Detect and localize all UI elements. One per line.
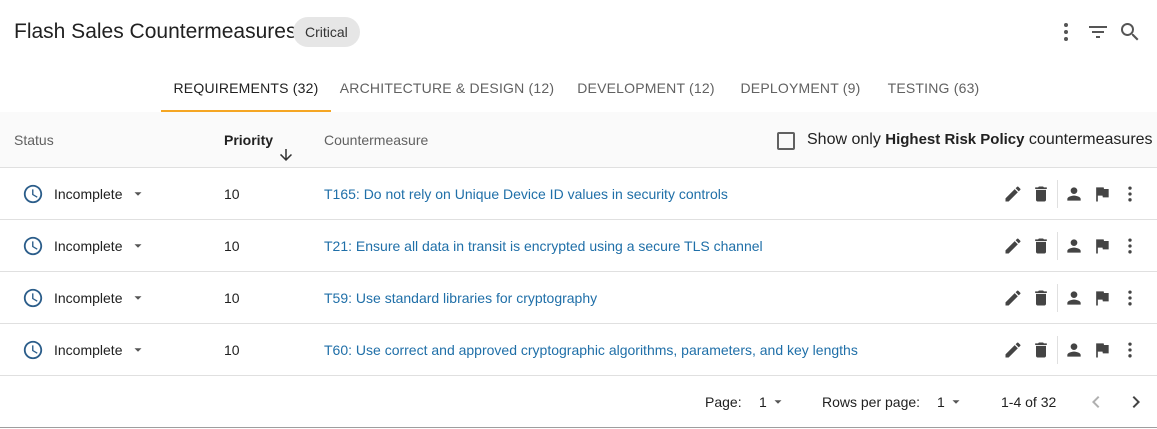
delete-icon[interactable] (1031, 184, 1051, 204)
assign-user-icon[interactable] (1064, 236, 1084, 256)
pagination: Page: 1 Rows per page: 1 1-4 of 32 (0, 376, 1157, 428)
flag-icon[interactable] (1092, 184, 1112, 204)
tab-development[interactable]: DEVELOPMENT (12) (570, 64, 722, 112)
caret-down-icon[interactable] (131, 291, 145, 305)
delete-icon[interactable] (1031, 236, 1051, 256)
highest-risk-label[interactable]: Show only Highest Risk Policy countermea… (807, 112, 1153, 168)
caret-down-icon[interactable] (771, 395, 785, 409)
priority-value: 10 (224, 238, 240, 254)
tab-testing[interactable]: TESTING (63) (880, 64, 987, 112)
flag-icon[interactable] (1092, 288, 1112, 308)
clock-icon (22, 287, 44, 309)
edit-icon[interactable] (1003, 340, 1023, 360)
highest-risk-label-prefix: Show only (807, 131, 886, 148)
chevron-right-icon[interactable] (1124, 390, 1148, 414)
assign-user-icon[interactable] (1064, 340, 1084, 360)
tab-architecture-design[interactable]: ARCHITECTURE & DESIGN (12) (336, 64, 558, 112)
caret-down-icon[interactable] (949, 395, 963, 409)
priority-value: 10 (224, 186, 240, 202)
column-header-priority[interactable]: Priority (224, 112, 295, 168)
page-header: Flash Sales Countermeasures Critical (0, 0, 1157, 64)
page-range: 1-4 of 32 (1001, 394, 1057, 410)
table-header: Status Priority Countermeasure Show only… (0, 112, 1157, 168)
more-vertical-icon[interactable] (1120, 236, 1140, 256)
rows-per-page-select[interactable]: 1 (937, 376, 945, 428)
caret-down-icon[interactable] (131, 343, 145, 357)
flag-icon[interactable] (1092, 236, 1112, 256)
table-row: Incomplete 10 T60: Use correct and appro… (0, 324, 1157, 376)
countermeasure-link[interactable]: T59: Use standard libraries for cryptogr… (324, 272, 597, 324)
filter-icon[interactable] (1086, 20, 1110, 44)
page-label: Page: (705, 394, 742, 410)
chevron-left-icon[interactable] (1084, 390, 1108, 414)
assign-user-icon[interactable] (1064, 288, 1084, 308)
assign-user-icon[interactable] (1064, 184, 1084, 204)
highest-risk-checkbox[interactable] (777, 132, 795, 150)
highest-risk-label-bold: Highest Risk Policy (885, 131, 1025, 148)
column-header-status[interactable]: Status (14, 112, 54, 168)
table-row: Incomplete 10 T59: Use standard librarie… (0, 272, 1157, 324)
highest-risk-label-suffix: countermeasures (1024, 131, 1153, 148)
status-dropdown[interactable]: Incomplete (54, 324, 122, 376)
status-badge: Critical (293, 17, 360, 47)
arrow-down-icon[interactable] (277, 131, 295, 161)
page-select[interactable]: 1 (759, 376, 767, 428)
caret-down-icon[interactable] (131, 239, 145, 253)
status-dropdown[interactable]: Incomplete (54, 220, 122, 272)
search-icon[interactable] (1118, 20, 1142, 44)
page-title: Flash Sales Countermeasures (14, 20, 297, 43)
clock-icon (22, 183, 44, 205)
divider (1057, 232, 1058, 260)
tab-deployment[interactable]: DEPLOYMENT (9) (734, 64, 867, 112)
flag-icon[interactable] (1092, 340, 1112, 360)
status-dropdown[interactable]: Incomplete (54, 272, 122, 324)
column-header-countermeasure[interactable]: Countermeasure (324, 112, 428, 168)
more-vertical-icon[interactable] (1120, 184, 1140, 204)
more-vertical-icon[interactable] (1120, 340, 1140, 360)
more-vertical-icon[interactable] (1120, 288, 1140, 308)
priority-value: 10 (224, 342, 240, 358)
countermeasure-link[interactable]: T60: Use correct and approved cryptograp… (324, 324, 858, 376)
rows-per-page-label: Rows per page: (822, 394, 921, 410)
priority-value: 10 (224, 290, 240, 306)
divider (1057, 180, 1058, 208)
divider (1057, 284, 1058, 312)
delete-icon[interactable] (1031, 340, 1051, 360)
edit-icon[interactable] (1003, 288, 1023, 308)
table-row: Incomplete 10 T165: Do not rely on Uniqu… (0, 168, 1157, 220)
divider (1057, 336, 1058, 364)
edit-icon[interactable] (1003, 184, 1023, 204)
table-row: Incomplete 10 T21: Ensure all data in tr… (0, 220, 1157, 272)
column-header-priority-label: Priority (224, 132, 274, 148)
tab-requirements[interactable]: REQUIREMENTS (32) (161, 64, 331, 112)
more-vertical-icon[interactable] (1054, 20, 1078, 44)
clock-icon (22, 235, 44, 257)
delete-icon[interactable] (1031, 288, 1051, 308)
countermeasure-link[interactable]: T165: Do not rely on Unique Device ID va… (324, 168, 728, 220)
countermeasure-link[interactable]: T21: Ensure all data in transit is encry… (324, 220, 763, 272)
edit-icon[interactable] (1003, 236, 1023, 256)
tab-bar: REQUIREMENTS (32) ARCHITECTURE & DESIGN … (0, 64, 1157, 112)
caret-down-icon[interactable] (131, 187, 145, 201)
clock-icon (22, 339, 44, 361)
status-dropdown[interactable]: Incomplete (54, 168, 122, 220)
